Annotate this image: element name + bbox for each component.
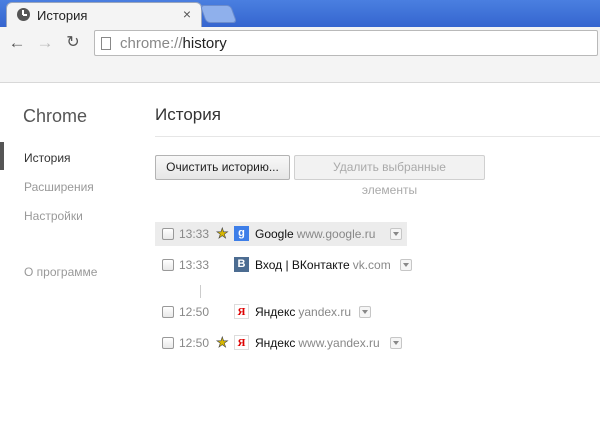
tab-history[interactable]: История × xyxy=(6,2,202,27)
title-divider xyxy=(155,136,600,137)
vk-favicon-icon: B xyxy=(234,257,249,272)
tab-strip: История × xyxy=(0,0,600,27)
sidebar-brand: Chrome xyxy=(23,106,88,126)
entry-link[interactable]: Вход | ВКонтакте vk.com xyxy=(255,258,391,272)
time-gap-marker xyxy=(200,285,201,298)
sidebar-active-marker xyxy=(0,142,4,170)
entry-menu-button[interactable] xyxy=(359,306,371,318)
entry-time: 12:50 xyxy=(179,305,210,319)
entry-time: 12:50 xyxy=(179,336,210,350)
entry-domain: www.yandex.ru xyxy=(298,336,380,350)
tab-title: История xyxy=(37,8,88,23)
history-entry[interactable]: 13:33 B Вход | ВКонтакте vk.com xyxy=(155,253,455,277)
star-icon[interactable]: ★ xyxy=(216,334,229,351)
back-button[interactable]: ← xyxy=(6,32,28,54)
entry-time: 13:33 xyxy=(179,258,210,272)
new-tab-button[interactable] xyxy=(199,5,238,23)
history-entry[interactable]: 12:50 ★ Я Яндекс www.yandex.ru xyxy=(155,331,455,355)
toolbar-bottom xyxy=(0,59,600,83)
entry-menu-button[interactable] xyxy=(390,228,402,240)
clear-history-button[interactable]: Очистить историю... xyxy=(155,155,290,180)
entry-domain: www.google.ru xyxy=(296,227,376,241)
url-host: history xyxy=(182,35,227,52)
reload-button[interactable]: ↻ xyxy=(62,32,84,54)
entry-domain: vk.com xyxy=(352,258,391,272)
star-icon[interactable]: ★ xyxy=(216,225,229,242)
entry-domain: yandex.ru xyxy=(298,305,352,319)
page-title: История xyxy=(155,105,221,124)
entry-menu-button[interactable] xyxy=(390,337,402,349)
yandex-favicon-icon: Я xyxy=(234,304,249,319)
history-entry[interactable]: 13:33 ★ g Google www.google.ru xyxy=(155,222,407,246)
entry-link[interactable]: Google www.google.ru xyxy=(255,227,375,241)
url-scheme: chrome:// xyxy=(120,35,183,52)
toolbar: ← → ↻ chrome://history xyxy=(0,27,600,59)
address-text: chrome://history xyxy=(120,35,227,52)
page-icon xyxy=(101,37,111,50)
sidebar-item-about[interactable]: О программе xyxy=(24,265,97,279)
sidebar-item-extensions[interactable]: Расширения xyxy=(24,180,94,194)
forward-button[interactable]: → xyxy=(34,32,56,54)
history-clock-icon xyxy=(17,8,30,21)
address-bar[interactable]: chrome://history xyxy=(94,30,598,56)
entry-title: Вход | ВКонтакте xyxy=(255,258,350,272)
google-favicon-icon: g xyxy=(234,226,249,241)
close-icon[interactable]: × xyxy=(183,6,191,22)
entry-title: Яндекс xyxy=(255,305,296,319)
entry-time: 13:33 xyxy=(179,227,210,241)
yandex-favicon-icon: Я xyxy=(234,335,249,350)
entry-checkbox[interactable] xyxy=(162,306,174,318)
entry-checkbox[interactable] xyxy=(162,337,174,349)
sidebar-item-settings[interactable]: Настройки xyxy=(24,209,83,223)
entry-checkbox[interactable] xyxy=(162,228,174,240)
remove-selected-button[interactable]: Удалить выбранные элементы xyxy=(294,155,485,197)
sidebar-item-history[interactable]: История xyxy=(24,151,71,165)
entry-link[interactable]: Яндекс www.yandex.ru xyxy=(255,336,380,350)
entry-menu-button[interactable] xyxy=(400,259,412,271)
entry-title: Google xyxy=(255,227,294,241)
entry-link[interactable]: Яндекс yandex.ru xyxy=(255,305,351,319)
entry-checkbox[interactable] xyxy=(162,259,174,271)
entry-title: Яндекс xyxy=(255,336,296,350)
history-entry[interactable]: 12:50 Я Яндекс yandex.ru xyxy=(155,300,455,324)
